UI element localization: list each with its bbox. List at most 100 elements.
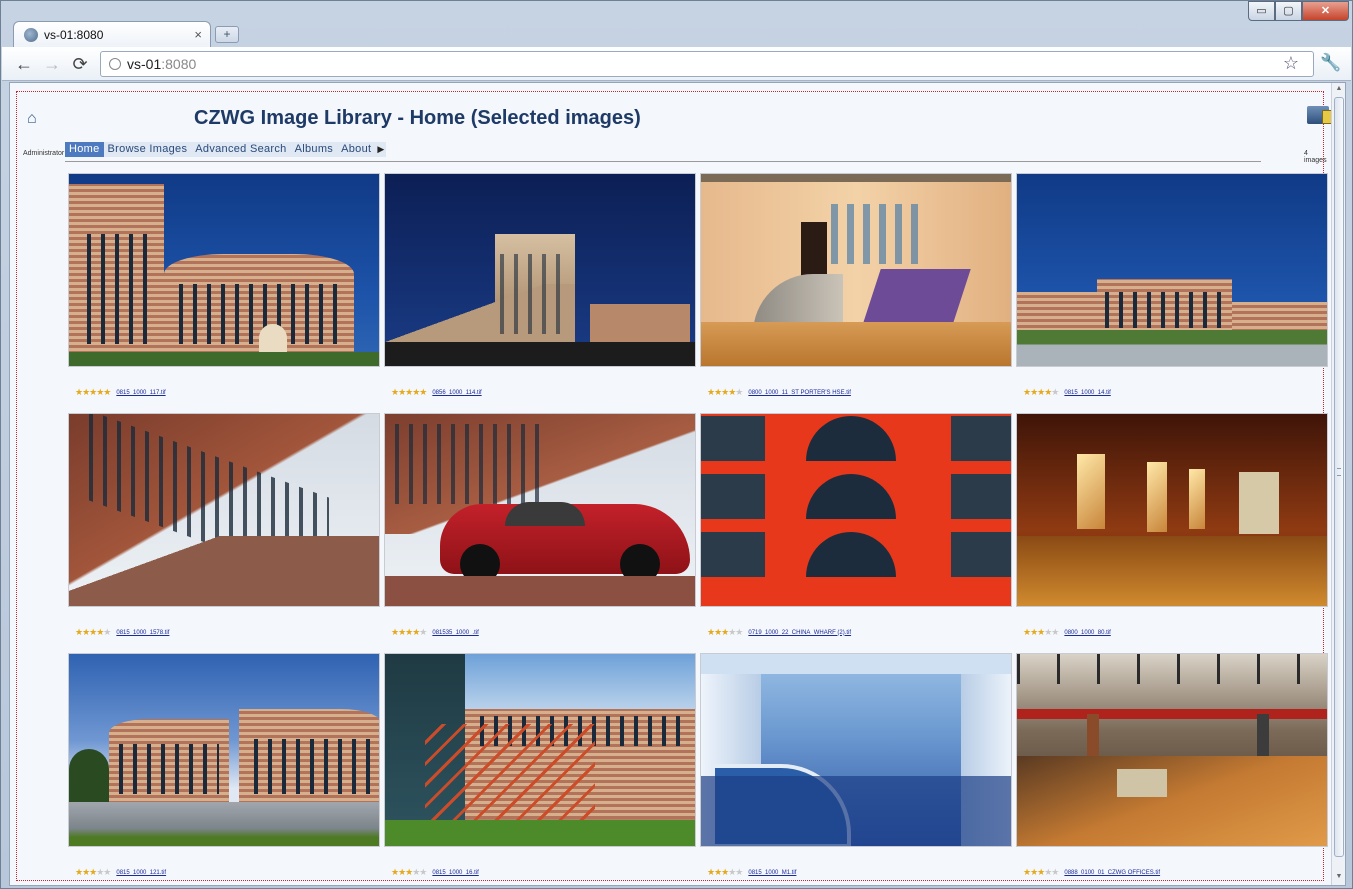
image-caption: ★★★★★ 0815_1000_M1.tif: [707, 867, 796, 878]
image-card: ★★★★★ 0815_1000_121.tif: [68, 653, 380, 885]
globe-icon: [24, 27, 38, 42]
maximize-button[interactable]: ▢: [1275, 1, 1302, 21]
image-thumbnail[interactable]: [1016, 413, 1328, 607]
menu-divider: [65, 161, 1261, 162]
new-tab-button[interactable]: +: [215, 26, 239, 43]
image-card: ★★★★★ 0719_1000_22_CHINA_WHARF (2).tif: [700, 413, 1012, 653]
tab-close-icon[interactable]: ×: [194, 27, 202, 42]
rating-stars: ★★★★★: [1023, 867, 1059, 877]
image-thumbnail[interactable]: [68, 173, 380, 367]
browser-window: vs-01:8080 × + ▭ ▢ ✕ ← → ⟳ vs-01:8080 ☆ …: [0, 0, 1353, 889]
image-caption: ★★★★★ 0815_1000_16.tif: [391, 867, 479, 878]
image-caption: ★★★★★ 0800_1000_11_ST PORTER'S HSE.tif: [707, 387, 851, 398]
menu-browse-images[interactable]: Browse Images: [104, 142, 192, 157]
bookmark-star-icon[interactable]: ☆: [1283, 53, 1299, 74]
image-filename-link[interactable]: 0856_1000_114.tif: [432, 390, 481, 396]
image-count: 4 images: [1304, 150, 1327, 164]
image-thumbnail[interactable]: [1016, 653, 1328, 847]
page-icon: [109, 58, 121, 70]
rating-stars: ★★★★★: [391, 387, 427, 397]
address-bar[interactable]: vs-01:8080 ☆: [100, 51, 1314, 77]
rating-stars: ★★★★★: [391, 627, 427, 637]
image-filename-link[interactable]: 0888_0100_01_CZWG OFFICES.tif: [1064, 870, 1160, 876]
image-thumbnail[interactable]: [384, 413, 696, 607]
close-window-button[interactable]: ✕: [1302, 1, 1349, 21]
image-card: ★★★★★ 0815_1000_16.tif: [384, 653, 696, 885]
image-filename-link[interactable]: 0719_1000_22_CHINA_WHARF (2).tif: [748, 630, 851, 636]
menu-about[interactable]: About: [337, 142, 375, 157]
image-card: ★★★★★ 0800_1000_11_ST PORTER'S HSE.tif: [700, 173, 1012, 413]
image-caption: ★★★★★ 0815_1000_121.tif: [75, 867, 166, 878]
address-host: vs-01: [127, 56, 162, 72]
rating-stars: ★★★★★: [75, 867, 111, 877]
image-caption: ★★★★★ 0719_1000_22_CHINA_WHARF (2).tif: [707, 627, 851, 638]
page-frame: ⌂ Administrator CZWG Image Library - Hom…: [16, 91, 1332, 881]
rating-stars: ★★★★★: [75, 387, 111, 397]
home-icon[interactable]: ⌂: [27, 110, 37, 128]
image-card: ★★★★★ 0800_1000_80.tif: [1016, 413, 1328, 653]
image-card: ★★★★★ 0815_1000_14.tif: [1016, 173, 1328, 413]
image-thumbnail[interactable]: [68, 653, 380, 847]
image-caption: ★★★★★ 0815_1000_1578.tif: [75, 627, 169, 638]
reload-button[interactable]: ⟳: [68, 53, 92, 75]
image-card: ★★★★★ 0888_0100_01_CZWG OFFICES.tif: [1016, 653, 1328, 885]
page-title: CZWG Image Library - Home (Selected imag…: [194, 107, 641, 129]
image-filename-link[interactable]: 0800_1000_80.tif: [1064, 630, 1110, 636]
image-caption: ★★★★★ 0815_1000_14.tif: [1023, 387, 1111, 398]
image-card: ★★★★★ 0856_1000_114.tif: [384, 173, 696, 413]
image-filename-link[interactable]: 0800_1000_11_ST PORTER'S HSE.tif: [748, 390, 851, 396]
page-viewport: ⌂ Administrator CZWG Image Library - Hom…: [9, 82, 1346, 886]
image-card: ★★★★★ 0815_1000_117.tif: [68, 173, 380, 413]
image-caption: ★★★★★ 0888_0100_01_CZWG OFFICES.tif: [1023, 867, 1160, 878]
menu-more-arrow-icon[interactable]: ▶: [375, 142, 386, 157]
forward-button[interactable]: →: [40, 53, 64, 75]
scroll-down-arrow-icon[interactable]: ▼: [1334, 873, 1344, 883]
back-button[interactable]: ←: [12, 53, 36, 75]
image-thumbnail[interactable]: [700, 653, 1012, 847]
image-filename-link[interactable]: 0815_1000_M1.tif: [748, 870, 796, 876]
rating-stars: ★★★★★: [391, 867, 427, 877]
grip-icon: [1337, 468, 1341, 476]
image-filename-link[interactable]: 081535_1000_.tif: [432, 630, 478, 636]
tab-title: vs-01:8080: [44, 27, 104, 42]
browser-toolbar: ← → ⟳ vs-01:8080 ☆ 🔧: [2, 47, 1351, 81]
vertical-scrollbar[interactable]: ▲ ▼: [1331, 83, 1345, 885]
menu-home[interactable]: Home: [65, 142, 104, 157]
image-card: ★★★★★ 0815_1000_1578.tif: [68, 413, 380, 653]
image-filename-link[interactable]: 0815_1000_16.tif: [432, 870, 478, 876]
rating-stars: ★★★★★: [707, 387, 743, 397]
image-card: ★★★★★ 0815_1000_M1.tif: [700, 653, 1012, 885]
rating-stars: ★★★★★: [707, 867, 743, 877]
title-bar: vs-01:8080 × + ▭ ▢ ✕: [1, 1, 1352, 47]
wrench-icon[interactable]: 🔧: [1320, 53, 1341, 73]
image-filename-link[interactable]: 0815_1000_14.tif: [1064, 390, 1110, 396]
collection-icon[interactable]: [1307, 106, 1332, 124]
scrollbar-thumb[interactable]: [1334, 97, 1344, 857]
image-thumbnail[interactable]: [68, 413, 380, 607]
image-thumbnail[interactable]: [700, 173, 1012, 367]
browser-tab[interactable]: vs-01:8080 ×: [13, 21, 211, 47]
main-menu: Home Browse Images Advanced Search Album…: [65, 142, 387, 157]
rating-stars: ★★★★★: [75, 627, 111, 637]
admin-label: Administrator: [23, 150, 65, 157]
image-filename-link[interactable]: 0815_1000_121.tif: [116, 870, 166, 876]
image-filename-link[interactable]: 0815_1000_117.tif: [116, 390, 165, 396]
image-thumbnail[interactable]: [384, 173, 696, 367]
menu-albums[interactable]: Albums: [291, 142, 337, 157]
rating-stars: ★★★★★: [1023, 387, 1059, 397]
image-caption: ★★★★★ 0800_1000_80.tif: [1023, 627, 1111, 638]
image-thumbnail[interactable]: [700, 413, 1012, 607]
scroll-up-arrow-icon[interactable]: ▲: [1334, 85, 1344, 95]
image-thumbnail[interactable]: [1016, 173, 1328, 367]
image-caption: ★★★★★ 0856_1000_114.tif: [391, 387, 482, 398]
address-port: :8080: [161, 56, 197, 72]
image-thumbnail[interactable]: [384, 653, 696, 847]
minimize-button[interactable]: ▭: [1248, 1, 1275, 21]
image-grid: ★★★★★ 0815_1000_117.tif ★★★★★ 0856_1000_…: [68, 173, 1330, 885]
rating-stars: ★★★★★: [707, 627, 743, 637]
image-caption: ★★★★★ 0815_1000_117.tif: [75, 387, 166, 398]
image-card: ★★★★★ 081535_1000_.tif: [384, 413, 696, 653]
menu-advanced-search[interactable]: Advanced Search: [191, 142, 290, 157]
image-caption: ★★★★★ 081535_1000_.tif: [391, 627, 479, 638]
image-filename-link[interactable]: 0815_1000_1578.tif: [116, 630, 169, 636]
